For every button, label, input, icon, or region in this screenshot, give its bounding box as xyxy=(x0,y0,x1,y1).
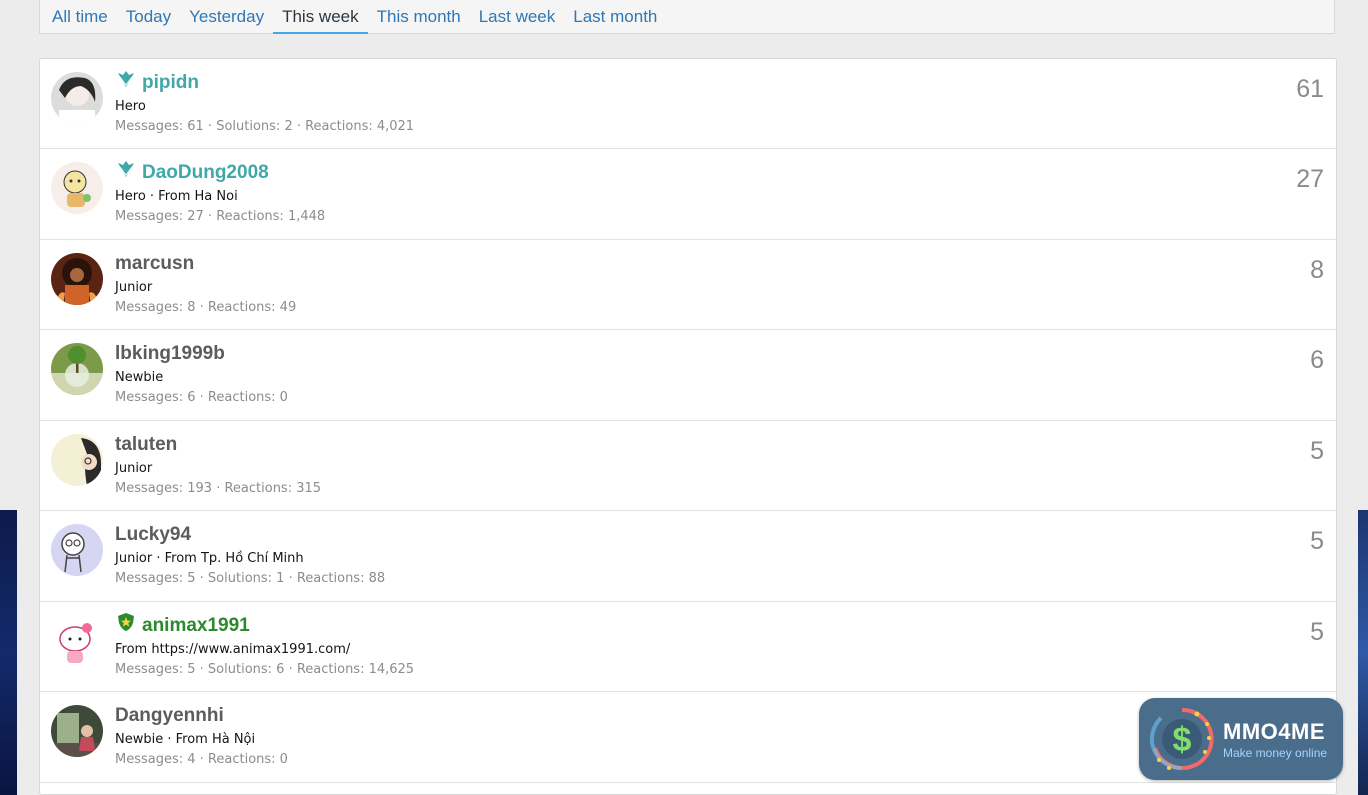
list-item: marcusn Junior Messages: 8 · Reactions: … xyxy=(40,240,1336,330)
avatar[interactable] xyxy=(51,615,103,667)
user-stats: Messages: 8 · Reactions: 49 xyxy=(115,300,297,315)
watermark-title: MMO4ME xyxy=(1223,718,1325,744)
user-title: Junior · From Tp. Hồ Chí Minh xyxy=(115,551,304,566)
user-stats: Messages: 5 · Solutions: 1 · Reactions: … xyxy=(115,571,386,586)
user-title: Hero xyxy=(115,99,146,114)
watermark-subtitle: Make money online xyxy=(1223,745,1328,760)
shield-star-icon xyxy=(115,612,137,632)
page-background-left xyxy=(0,510,17,795)
member-list: pipidn Hero Messages: 61 · Solutions: 2 … xyxy=(39,58,1337,795)
username-link[interactable]: Dangyennhi xyxy=(115,705,224,727)
avatar[interactable] xyxy=(51,343,103,395)
user-stats: Messages: 4 · Reactions: 0 xyxy=(115,752,288,767)
tab-this-week[interactable]: This week xyxy=(273,0,368,34)
username-link[interactable]: lbking1999b xyxy=(115,343,225,365)
user-stats: Messages: 6 · Reactions: 0 xyxy=(115,390,288,405)
tab-last-week[interactable]: Last week xyxy=(470,0,565,34)
avatar[interactable] xyxy=(51,72,103,124)
user-title: Newbie · From Hà Nội xyxy=(115,732,256,747)
list-item: animax1991 From https://www.animax1991.c… xyxy=(40,602,1336,692)
dollar-logo-icon: $ xyxy=(1150,707,1214,771)
list-item: lbking1999b Newbie Messages: 6 · Reactio… xyxy=(40,330,1336,421)
user-title: Hero · From Ha Noi xyxy=(115,189,238,204)
mmo4me-watermark: $ MMO4ME Make money online xyxy=(1139,698,1343,780)
message-count: 6 xyxy=(1310,346,1324,374)
user-title: From https://www.animax1991.com/ xyxy=(115,642,351,657)
page-background-right xyxy=(1358,510,1368,795)
user-stats: Messages: 193 · Reactions: 315 xyxy=(115,481,322,496)
list-item: pipidn Hero Messages: 61 · Solutions: 2 … xyxy=(40,59,1336,149)
user-stats: Messages: 5 · Solutions: 6 · Reactions: … xyxy=(115,662,415,677)
user-title: Junior xyxy=(115,461,153,476)
list-item: Lucky94 Junior · From Tp. Hồ Chí Minh Me… xyxy=(40,511,1336,602)
list-item: taluten Junior Messages: 193 · Reactions… xyxy=(40,421,1336,511)
message-count: 61 xyxy=(1296,75,1324,103)
tab-last-month[interactable]: Last month xyxy=(564,0,666,34)
user-stats: Messages: 27 · Reactions: 1,448 xyxy=(115,209,326,224)
avatar[interactable] xyxy=(51,162,103,214)
user-title: Junior xyxy=(115,280,153,295)
user-stats: Messages: 61 · Solutions: 2 · Reactions:… xyxy=(115,119,415,134)
tab-yesterday[interactable]: Yesterday xyxy=(180,0,273,34)
message-count: 5 xyxy=(1310,527,1324,555)
avatar[interactable] xyxy=(51,705,103,757)
username-link[interactable]: taluten xyxy=(115,434,177,456)
user-title: Newbie xyxy=(115,370,164,385)
message-count: 8 xyxy=(1310,256,1324,284)
list-item: DaoDung2008 Hero · From Ha Noi Messages:… xyxy=(40,149,1336,240)
tab-today[interactable]: Today xyxy=(117,0,180,34)
message-count: 5 xyxy=(1310,437,1324,465)
username-link[interactable]: Lucky94 xyxy=(115,524,191,546)
wings-badge-icon xyxy=(115,159,137,179)
avatar[interactable] xyxy=(51,253,103,305)
avatar[interactable] xyxy=(51,434,103,486)
time-filter-tabs: All time Today Yesterday This week This … xyxy=(39,0,1335,34)
tab-all-time[interactable]: All time xyxy=(43,0,117,34)
username-link[interactable]: animax1991 xyxy=(142,615,250,637)
tab-this-month[interactable]: This month xyxy=(368,0,470,34)
username-link[interactable]: DaoDung2008 xyxy=(142,162,269,184)
message-count: 27 xyxy=(1296,165,1324,193)
username-link[interactable]: pipidn xyxy=(142,72,199,94)
message-count: 5 xyxy=(1310,618,1324,646)
wings-badge-icon xyxy=(115,69,137,89)
svg-text:$: $ xyxy=(1173,721,1192,759)
avatar[interactable] xyxy=(51,524,103,576)
username-link[interactable]: marcusn xyxy=(115,253,194,275)
